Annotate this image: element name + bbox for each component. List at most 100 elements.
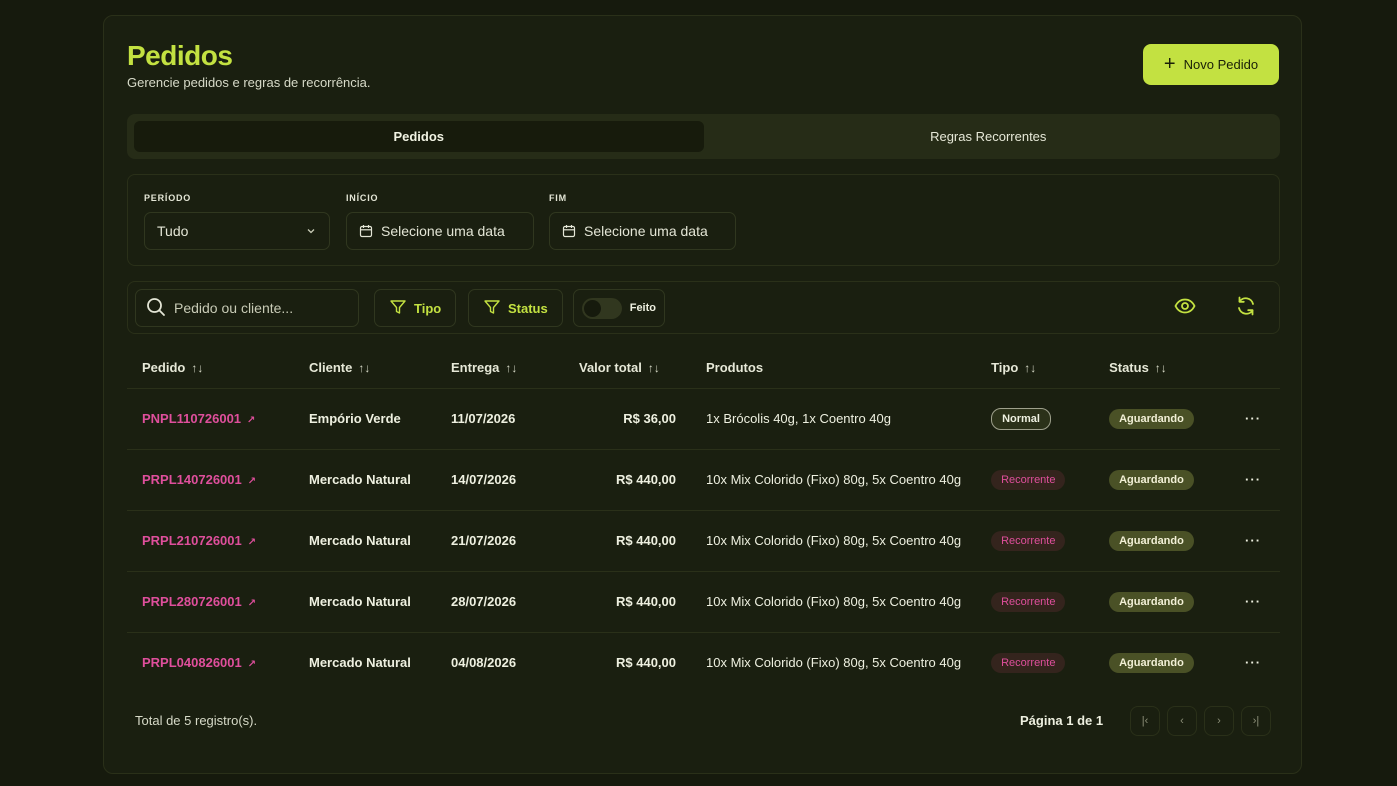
view-columns-button[interactable] xyxy=(1169,292,1201,324)
type-badge: Normal xyxy=(991,407,1051,430)
table-header-row: Pedido ↑↓ Cliente ↑↓ Entrega ↑↓ Valor total… xyxy=(127,347,1280,389)
column-header-tipo[interactable]: Tipo ↑↓ xyxy=(976,347,1095,389)
products-cell: 10x Mix Colorido (Fixo) 80g, 5x Coentro … xyxy=(691,571,977,633)
start-date-placeholder: Selecione uma data xyxy=(381,223,505,239)
column-header-valor-total[interactable]: Valor total ↑↓ xyxy=(564,347,691,389)
prev-page-button[interactable]: ‹ xyxy=(1167,706,1197,736)
orders-table: Pedido ↑↓ Cliente ↑↓ Entrega ↑↓ Valor total… xyxy=(127,347,1280,693)
row-actions-menu-icon[interactable]: ··· xyxy=(1226,632,1280,693)
period-value: Tudo xyxy=(157,223,189,239)
filter-icon xyxy=(389,298,407,319)
table-toolbar: Pedido ou cliente... Tipo Status Feito xyxy=(127,281,1280,334)
client-cell: Mercado Natural xyxy=(294,449,436,511)
done-toggle-label: Feito xyxy=(629,302,656,314)
external-link-icon: ↗ xyxy=(247,415,256,426)
table-row: PRPL040826001 ↗ Mercado Natural 04/08/202… xyxy=(127,632,1280,693)
chevron-down-icon xyxy=(305,225,317,237)
calendar-icon xyxy=(359,224,373,238)
done-toggle[interactable] xyxy=(582,297,622,319)
total-cell: R$ 440,00 xyxy=(564,510,691,572)
external-link-icon: ↗ xyxy=(247,659,257,671)
period-label: PERÍODO xyxy=(144,193,192,203)
new-order-button[interactable]: + Novo Pedido xyxy=(1143,44,1279,85)
delivery-cell: 28/07/2026 xyxy=(436,571,564,633)
sort-icon: ↑↓ xyxy=(1024,360,1037,375)
table-row: PRPL210726001 ↗ Mercado Natural 21/07/202… xyxy=(127,510,1280,572)
row-actions-menu-icon[interactable]: ··· xyxy=(1226,510,1280,572)
start-date-picker[interactable]: Selecione uma data xyxy=(346,212,534,250)
sort-icon: ↑↓ xyxy=(191,360,204,375)
order-link[interactable]: PNPL110726001 ↗ xyxy=(142,411,255,426)
row-actions-menu-icon[interactable]: ··· xyxy=(1226,449,1280,511)
period-filter: PERÍODO Tudo xyxy=(144,193,330,250)
table-row: PRPL280726001 ↗ Mercado Natural 28/07/202… xyxy=(127,571,1280,633)
status-filter-label: Status xyxy=(508,300,548,316)
external-link-icon: ↗ xyxy=(247,598,257,609)
table-row: PNPL110726001 ↗ Empório Verde 11/07/2026 … xyxy=(127,388,1280,450)
orders-card: Pedidos Gerencie pedidos e regras de rec… xyxy=(103,15,1302,774)
delivery-cell: 14/07/2026 xyxy=(436,449,564,511)
chevron-right-icon: › xyxy=(1217,715,1221,727)
client-cell: Empório Verde xyxy=(294,388,436,450)
last-page-button[interactable]: ›| xyxy=(1241,706,1271,736)
first-page-button[interactable]: |‹ xyxy=(1130,706,1160,736)
total-cell: R$ 440,00 xyxy=(616,655,676,671)
period-select[interactable]: Tudo xyxy=(144,212,330,250)
order-link[interactable]: PRPL040826001 ↗ xyxy=(142,655,256,670)
end-label: FIM xyxy=(549,193,567,203)
toggle-knob xyxy=(584,299,601,317)
row-actions-menu-icon[interactable]: ··· xyxy=(1226,571,1280,633)
column-header-pedido[interactable]: Pedido ↑↓ xyxy=(127,347,294,389)
column-header-status[interactable]: Status ↑↓ xyxy=(1094,347,1227,389)
total-cell: R$ 440,00 xyxy=(564,449,691,511)
tab-pedidos[interactable]: Pedidos xyxy=(134,121,704,152)
sort-icon: ↑↓ xyxy=(1154,360,1167,375)
calendar-icon xyxy=(562,224,576,238)
search-icon xyxy=(146,297,166,320)
eye-icon xyxy=(1174,295,1196,322)
products-cell: 10x Mix Colorido (Fixo) 80g, 5x Coentro … xyxy=(691,510,977,572)
column-header-actions xyxy=(1226,347,1280,389)
last-page-icon: ›| xyxy=(1252,715,1260,727)
refresh-icon xyxy=(1235,295,1257,322)
status-badge: Aguardando xyxy=(1109,408,1194,429)
tab-regras-recorrentes[interactable]: Regras Recorrentes xyxy=(704,121,1274,152)
type-badge: Recorrente xyxy=(991,652,1066,673)
next-page-button[interactable]: › xyxy=(1204,706,1234,736)
products-cell: 1x Brócolis 40g, 1x Coentro 40g xyxy=(691,388,977,450)
type-badge: Recorrente xyxy=(991,469,1066,490)
client-cell: Mercado Natural xyxy=(294,571,436,633)
order-link[interactable]: PRPL210726001 ↗ xyxy=(142,533,256,548)
sort-icon: ↑↓ xyxy=(505,360,518,375)
type-badge: Recorrente xyxy=(991,530,1066,551)
client-cell: Mercado Natural xyxy=(294,510,436,572)
client-cell: Mercado Natural xyxy=(309,655,411,671)
refresh-button[interactable] xyxy=(1230,292,1262,324)
first-page-icon: |‹ xyxy=(1141,715,1149,727)
products-cell: 10x Mix Colorido (Fixo) 80g, 5x Coentro … xyxy=(691,449,977,511)
chevron-left-icon: ‹ xyxy=(1180,715,1184,727)
external-link-icon: ↗ xyxy=(247,476,257,487)
date-filters: PERÍODO Tudo INÍCIO Selecione uma data F… xyxy=(127,174,1280,266)
order-link[interactable]: PRPL140726001 ↗ xyxy=(142,472,256,487)
delivery-cell: 21/07/2026 xyxy=(436,510,564,572)
status-badge: Aguardando xyxy=(1109,652,1194,673)
column-header-entrega[interactable]: Entrega ↑↓ xyxy=(436,347,564,389)
end-filter: FIM Selecione uma data xyxy=(549,193,736,250)
new-order-label: Novo Pedido xyxy=(1183,57,1259,72)
end-date-placeholder: Selecione uma data xyxy=(584,223,708,239)
plus-icon: + xyxy=(1163,52,1176,75)
sort-icon: ↑↓ xyxy=(647,360,660,375)
total-cell: R$ 440,00 xyxy=(564,571,691,633)
type-filter-button[interactable]: Tipo xyxy=(374,289,457,327)
search-input[interactable]: Pedido ou cliente... xyxy=(135,289,359,327)
status-badge: Aguardando xyxy=(1109,530,1194,551)
done-toggle-filter[interactable]: Feito xyxy=(573,289,665,327)
column-header-cliente[interactable]: Cliente ↑↓ xyxy=(294,347,436,389)
start-filter: INÍCIO Selecione uma data xyxy=(346,193,534,250)
row-actions-menu-icon[interactable]: ··· xyxy=(1226,388,1280,450)
status-filter-button[interactable]: Status xyxy=(468,289,563,327)
order-link[interactable]: PRPL280726001 ↗ xyxy=(142,594,256,609)
end-date-picker[interactable]: Selecione uma data xyxy=(549,212,736,250)
type-badge: Recorrente xyxy=(991,591,1066,612)
